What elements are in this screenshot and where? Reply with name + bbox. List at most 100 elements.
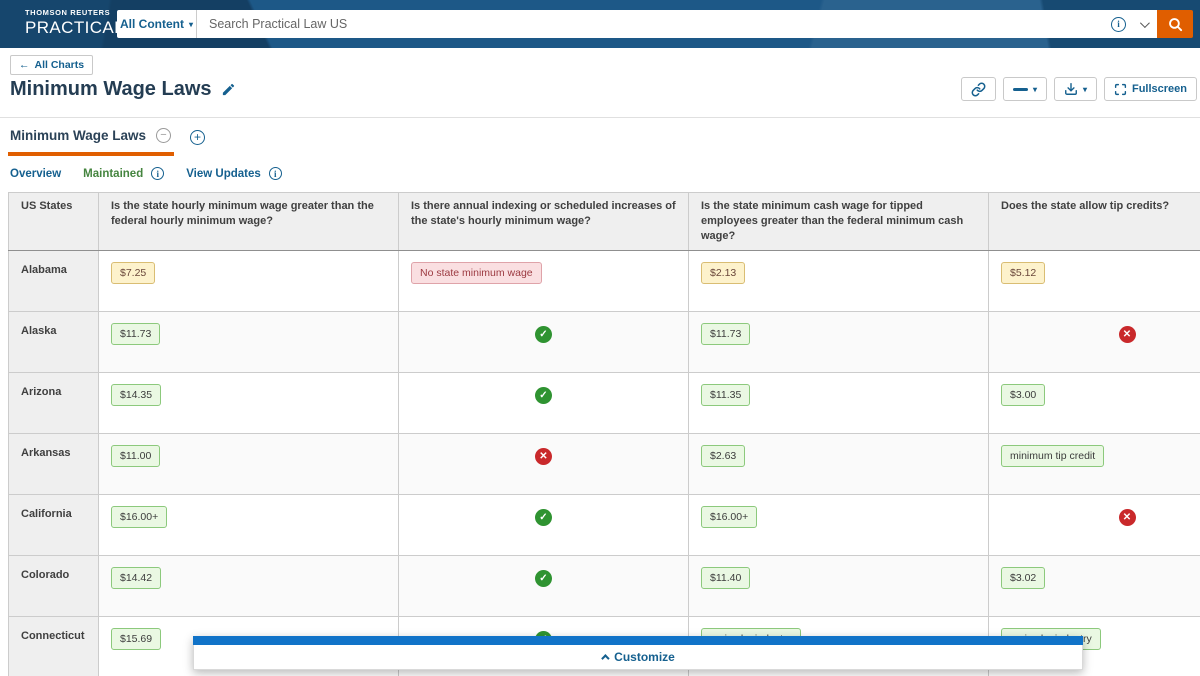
all-charts-back-button[interactable]: ← All Charts <box>10 55 93 75</box>
check-icon: ✓ <box>535 326 552 343</box>
value-badge: $11.35 <box>701 384 750 406</box>
chevron-down-icon: ▾ <box>1033 85 1037 94</box>
value-cell: No state minimum wage <box>399 250 689 311</box>
value-badge: $5.12 <box>1001 262 1045 284</box>
value-badge: $2.63 <box>701 445 745 467</box>
maintained-info-icon[interactable]: i <box>151 167 164 180</box>
value-cell: $14.42 <box>99 555 399 616</box>
customize-accent-bar <box>193 636 1083 645</box>
cross-icon: ✕ <box>1119 326 1136 343</box>
state-cell: Connecticut <box>9 616 99 676</box>
view-updates-info-icon[interactable]: i <box>269 167 282 180</box>
state-cell: Alabama <box>9 250 99 311</box>
search-info-icon[interactable]: i <box>1111 17 1126 32</box>
fullscreen-button[interactable]: Fullscreen <box>1104 77 1197 101</box>
search-scope-dropdown[interactable]: All Content ▾ <box>117 10 197 38</box>
icon-cell: ✕ <box>399 433 689 494</box>
copy-link-button[interactable] <box>961 77 996 101</box>
column-header-q2: Is there annual indexing or scheduled in… <box>399 193 689 251</box>
icon-cell: ✕ <box>989 494 1200 555</box>
customize-panel[interactable]: Customize <box>193 636 1083 670</box>
dash-icon <box>1013 88 1028 91</box>
value-cell: $14.35 <box>99 372 399 433</box>
customize-button[interactable]: Customize <box>193 645 1083 670</box>
state-cell: Arkansas <box>9 433 99 494</box>
pencil-icon <box>221 82 236 97</box>
value-badge: $16.00+ <box>111 506 167 528</box>
search-bar: All Content ▾ i <box>117 10 1193 38</box>
header-divider <box>0 117 1200 118</box>
value-cell: $11.73 <box>99 311 399 372</box>
value-cell: $3.00 <box>989 372 1200 433</box>
value-cell: minimum tip credit <box>989 433 1200 494</box>
state-cell: Arizona <box>9 372 99 433</box>
link-icon <box>971 82 986 97</box>
fullscreen-label: Fullscreen <box>1132 83 1187 95</box>
tabs-row: Minimum Wage Laws − + <box>8 126 205 156</box>
value-badge: $3.02 <box>1001 567 1045 589</box>
value-badge: $14.42 <box>111 567 161 589</box>
chart-links-row: Overview Maintained i View Updates i <box>10 167 296 180</box>
fullscreen-icon <box>1114 83 1127 96</box>
icon-cell: ✓ <box>399 311 689 372</box>
value-badge: $14.35 <box>111 384 161 406</box>
overview-link[interactable]: Overview <box>10 168 61 180</box>
add-tab-button[interactable]: + <box>190 130 205 145</box>
download-dropdown-button[interactable]: ▾ <box>1054 77 1097 101</box>
value-badge: $11.73 <box>701 323 750 345</box>
value-badge: minimum tip credit <box>1001 445 1104 467</box>
line-style-dropdown-button[interactable]: ▾ <box>1003 77 1047 101</box>
chevron-down-icon: ▾ <box>189 20 193 29</box>
check-icon: ✓ <box>535 570 552 587</box>
cross-icon: ✕ <box>535 448 552 465</box>
value-badge: $11.00 <box>111 445 160 467</box>
maintained-status: Maintained <box>83 168 143 180</box>
cross-icon: ✕ <box>1119 509 1136 526</box>
value-badge: $16.00+ <box>701 506 757 528</box>
view-updates-link[interactable]: View Updates <box>186 168 261 180</box>
search-input-icons: i <box>1111 10 1147 38</box>
app-header: THOMSON REUTERS PRACTICAL LAW All Conten… <box>0 0 1200 48</box>
value-cell: $16.00+ <box>99 494 399 555</box>
value-cell: $5.12 <box>989 250 1200 311</box>
minimum-wage-table: US States Is the state hourly minimum wa… <box>8 192 1200 676</box>
table-row: Alaska $11.73 ✓ $11.73 ✕ <box>9 311 1200 372</box>
remove-tab-button[interactable]: − <box>156 128 171 143</box>
state-cell: Alaska <box>9 311 99 372</box>
value-badge: $7.25 <box>111 262 155 284</box>
back-arrow-icon: ← <box>19 59 30 71</box>
column-header-q1: Is the state hourly minimum wage greater… <box>99 193 399 251</box>
value-cell: $11.00 <box>99 433 399 494</box>
tab-minimum-wage-laws[interactable]: Minimum Wage Laws − <box>8 126 174 156</box>
table-row: California$16.00+✓$16.00+✕ <box>9 494 1200 555</box>
table-row: Arkansas $11.00 ✕ $2.63 minimum tip credit <box>9 433 1200 494</box>
customize-label: Customize <box>614 650 675 664</box>
icon-cell: ✓ <box>399 372 689 433</box>
magnifier-icon <box>1167 16 1184 33</box>
value-badge: $11.73 <box>111 323 160 345</box>
page-title: Minimum Wage Laws <box>10 78 212 101</box>
value-cell: $16.00+ <box>689 494 989 555</box>
value-cell: $7.25 <box>99 250 399 311</box>
chevron-up-icon <box>601 654 609 662</box>
value-cell: $11.40 <box>689 555 989 616</box>
scope-label: All Content <box>120 17 184 31</box>
value-cell: $11.35 <box>689 372 989 433</box>
value-badge: $3.00 <box>1001 384 1045 406</box>
value-cell: $2.63 <box>689 433 989 494</box>
chevron-down-icon: ▾ <box>1083 85 1087 94</box>
value-badge: No state minimum wage <box>411 262 542 284</box>
column-header-q3: Is the state minimum cash wage for tippe… <box>689 193 989 251</box>
search-input[interactable] <box>197 10 1157 38</box>
chart-toolbar: ▾ ▾ Fullscreen <box>961 77 1197 101</box>
state-cell: Colorado <box>9 555 99 616</box>
download-icon <box>1064 82 1078 96</box>
table-header-row: US States Is the state hourly minimum wa… <box>9 193 1200 251</box>
check-icon: ✓ <box>535 387 552 404</box>
search-button[interactable] <box>1157 10 1193 38</box>
value-badge: $15.69 <box>111 628 161 650</box>
check-icon: ✓ <box>535 509 552 526</box>
value-cell: $11.73 <box>689 311 989 372</box>
back-label: All Charts <box>35 59 85 71</box>
edit-title-button[interactable] <box>221 82 236 97</box>
